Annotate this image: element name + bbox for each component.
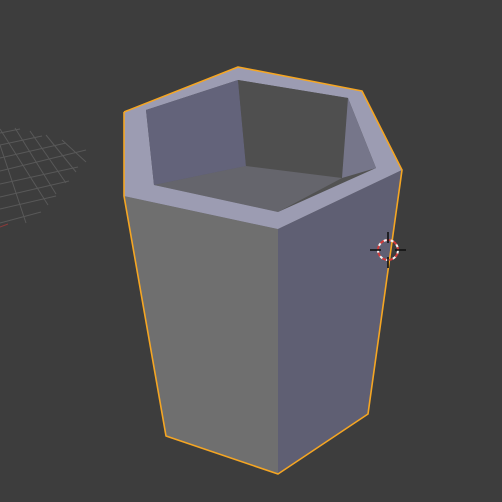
3d-viewport[interactable] xyxy=(0,0,502,502)
grid-axis-x xyxy=(0,223,9,228)
viewport-canvas[interactable] xyxy=(0,0,502,502)
outer-left-face xyxy=(124,196,278,474)
floor-grid xyxy=(0,127,87,224)
